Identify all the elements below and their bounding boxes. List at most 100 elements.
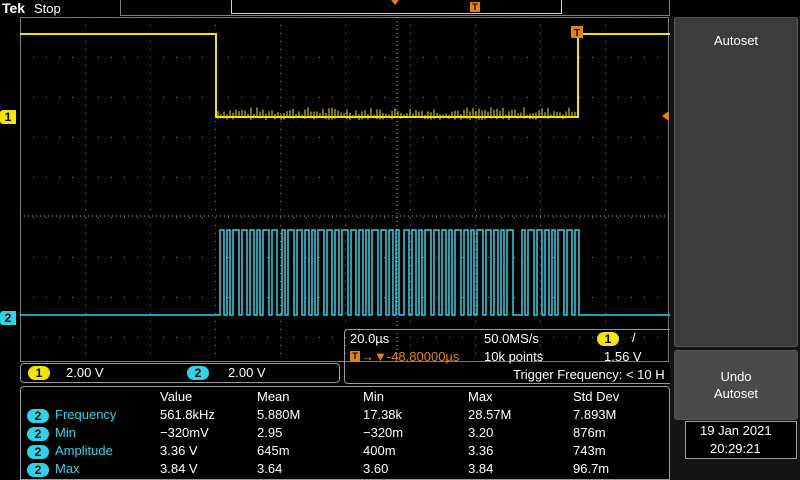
trigger-level-icon[interactable] bbox=[662, 111, 669, 121]
grid-dot bbox=[579, 17, 580, 18]
grid-dot bbox=[150, 57, 151, 58]
grid-dot bbox=[85, 145, 86, 146]
grid-dot bbox=[111, 57, 112, 58]
grid-dot bbox=[345, 265, 346, 266]
col-header-std-dev: Std Dev bbox=[573, 389, 620, 404]
grid-dot bbox=[150, 73, 151, 74]
grid-dot bbox=[345, 129, 346, 130]
grid-dot bbox=[423, 137, 424, 138]
grid-dot bbox=[20, 185, 21, 186]
grid-dot bbox=[436, 177, 437, 178]
grid-dot bbox=[124, 177, 125, 178]
grid-dot bbox=[280, 233, 281, 234]
grid-dot bbox=[475, 177, 476, 178]
cell-min: 3.60 bbox=[363, 461, 389, 476]
grid-dot bbox=[20, 345, 21, 346]
grid-dot bbox=[228, 97, 229, 98]
grid-dot bbox=[631, 137, 632, 138]
grid-dot bbox=[553, 297, 554, 298]
grid-dot bbox=[215, 161, 216, 162]
grid-dot bbox=[228, 17, 229, 18]
grid-dot bbox=[501, 17, 502, 18]
grid-dot bbox=[20, 25, 21, 26]
grid-dot bbox=[280, 161, 281, 162]
ch2-badge[interactable]: 2 bbox=[187, 366, 209, 380]
grid-dot bbox=[46, 257, 47, 258]
ch2-ground-marker[interactable]: 2 bbox=[0, 311, 16, 325]
grid-dot bbox=[215, 313, 216, 314]
grid-dot bbox=[150, 97, 151, 98]
grid-dot bbox=[85, 73, 86, 74]
grid-dot bbox=[72, 297, 73, 298]
grid-dot bbox=[345, 121, 346, 122]
grid-dot bbox=[345, 241, 346, 242]
brand-logo: Tek bbox=[2, 0, 26, 16]
undo-autoset-button[interactable]: Undo Autoset bbox=[674, 350, 798, 420]
grid-dot bbox=[98, 257, 99, 258]
grid-dot bbox=[124, 257, 125, 258]
cell-value: −320mV bbox=[160, 425, 209, 440]
grid-dot bbox=[553, 257, 554, 258]
grid-dot bbox=[410, 137, 411, 138]
grid-dot bbox=[137, 297, 138, 298]
grid-dot bbox=[280, 321, 281, 322]
grid-dot bbox=[215, 353, 216, 354]
grid-dot bbox=[410, 201, 411, 202]
cell-std-dev: 743m bbox=[573, 443, 606, 458]
grid-dot bbox=[540, 153, 541, 154]
grid-dot bbox=[371, 217, 372, 218]
grid-dot bbox=[514, 57, 515, 58]
grid-dot bbox=[462, 177, 463, 178]
grid-dot bbox=[540, 113, 541, 114]
grid-dot bbox=[410, 209, 411, 210]
grid-dot bbox=[475, 321, 476, 322]
grid-dot bbox=[657, 57, 658, 58]
grid-dot bbox=[436, 257, 437, 258]
trigger-slope-icon: / bbox=[632, 330, 636, 345]
grid-dot bbox=[189, 217, 190, 218]
grid-dot bbox=[59, 57, 60, 58]
grid-dot bbox=[540, 193, 541, 194]
grid-dot bbox=[85, 321, 86, 322]
grid-dot bbox=[98, 297, 99, 298]
grid-dot bbox=[410, 289, 411, 290]
grid-dot bbox=[462, 97, 463, 98]
grid-dot bbox=[345, 233, 346, 234]
grid-dot bbox=[475, 81, 476, 82]
ch1-badge[interactable]: 1 bbox=[28, 366, 50, 380]
grid-dot bbox=[410, 57, 411, 58]
grid-dot bbox=[20, 257, 21, 258]
grid-dot bbox=[358, 137, 359, 138]
ch1-ground-marker[interactable]: 1 bbox=[0, 110, 16, 124]
grid-dot bbox=[540, 249, 541, 250]
grid-dot bbox=[384, 97, 385, 98]
grid-dot bbox=[462, 217, 463, 218]
grid-dot bbox=[605, 89, 606, 90]
autoset-button[interactable]: Autoset bbox=[674, 17, 798, 347]
grid-dot bbox=[59, 137, 60, 138]
grid-dot bbox=[20, 353, 21, 354]
grid-dot bbox=[475, 209, 476, 210]
grid-dot bbox=[72, 97, 73, 98]
grid-dot bbox=[85, 233, 86, 234]
grid-dot bbox=[514, 17, 515, 18]
grid-dot bbox=[592, 177, 593, 178]
grid-dot bbox=[345, 113, 346, 114]
grid-dot bbox=[150, 321, 151, 322]
grid-dot bbox=[462, 297, 463, 298]
grid-dot bbox=[215, 297, 216, 298]
grid-dot bbox=[540, 209, 541, 210]
grid-dot bbox=[111, 297, 112, 298]
grid-dot bbox=[410, 25, 411, 26]
grid-dot bbox=[124, 17, 125, 18]
grid-dot bbox=[540, 145, 541, 146]
grid-dot bbox=[228, 297, 229, 298]
grid-dot bbox=[436, 137, 437, 138]
grid-dot bbox=[423, 57, 424, 58]
cell-value: 561.8kHz bbox=[160, 407, 215, 422]
grid-dot bbox=[605, 281, 606, 282]
grid-dot bbox=[189, 177, 190, 178]
grid-dot bbox=[540, 201, 541, 202]
cell-max: 3.36 bbox=[468, 443, 494, 458]
grid-dot bbox=[475, 153, 476, 154]
